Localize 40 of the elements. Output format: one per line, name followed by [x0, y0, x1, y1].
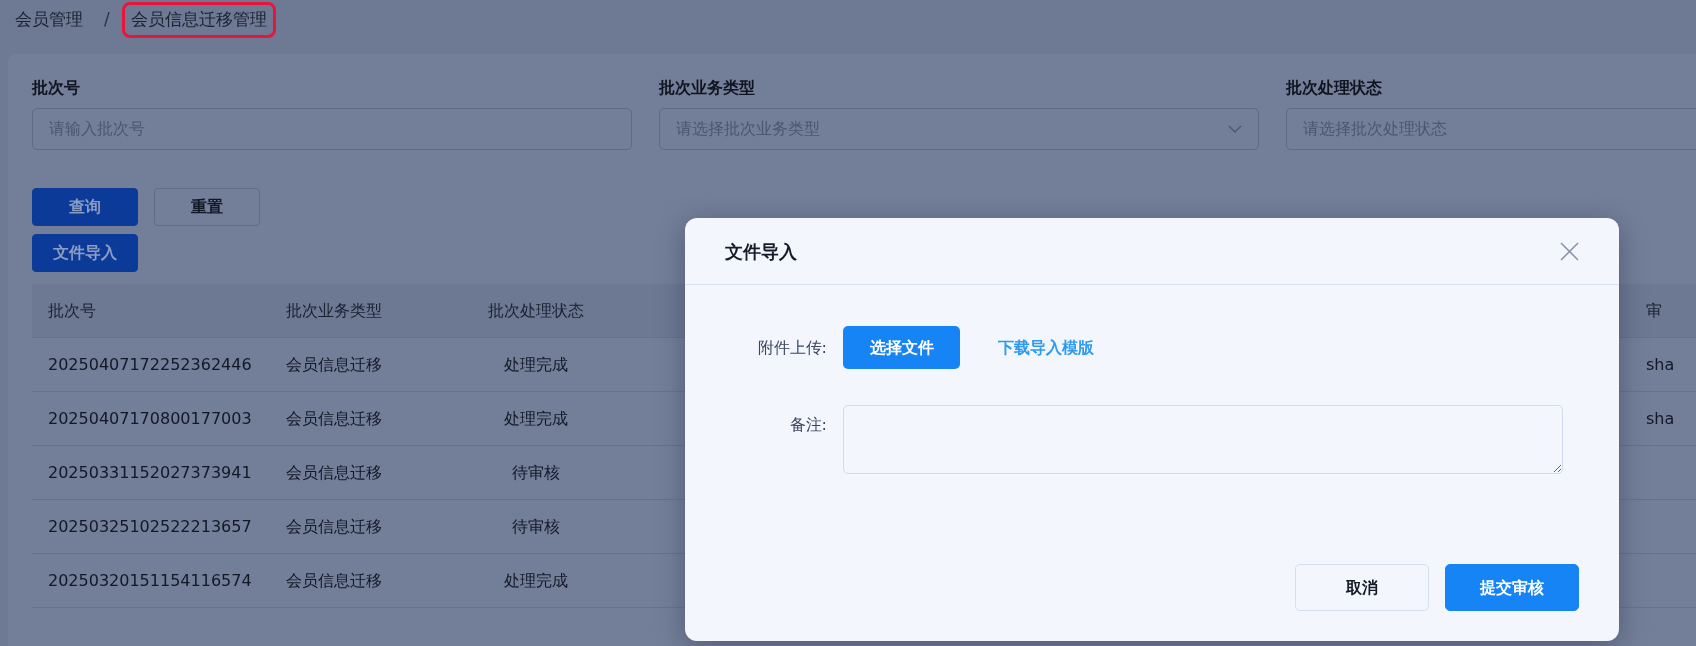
table-cell-text: 会员信息迁移 — [286, 569, 383, 592]
table-cell-text: 20250320151154116574 — [47, 569, 253, 592]
field-label: 批次业务类型 — [659, 77, 756, 99]
form-label: 附件上传: — [756, 336, 828, 359]
column-header: 批次号 — [47, 299, 97, 322]
table-cell-text: 处理完成 — [503, 569, 569, 592]
table-cell-text: 会员信息迁移 — [286, 407, 383, 430]
dialog-title: 文件导入 — [725, 239, 797, 264]
breadcrumb-item[interactable]: 会员信息迁移管理 — [121, 2, 276, 38]
chevron-down-icon — [1228, 125, 1242, 133]
close-icon[interactable] — [1560, 241, 1579, 261]
table-cell-text: 20250407172252362446 — [47, 353, 253, 376]
field-label: 批次处理状态 — [1286, 77, 1383, 99]
field-label: 批次号 — [32, 77, 81, 99]
breadcrumb-separator: / — [104, 8, 110, 32]
table-cell-text: 会员信息迁移 — [286, 353, 383, 376]
column-header: 批次业务类型 — [286, 299, 383, 322]
download-template-link[interactable]: 下载导入模版 — [998, 335, 1094, 360]
column-header: 审 — [1646, 299, 1662, 322]
table-cell-text: 20250331152027373941 — [47, 461, 253, 484]
table-cell-text: 处理完成 — [503, 353, 569, 376]
table-cell-text: 20250325102522213657 — [47, 515, 253, 538]
submit-button[interactable]: 提交审核 — [1445, 564, 1579, 611]
column-header: 批次处理状态 — [487, 299, 585, 322]
table-cell-text: 会员信息迁移 — [286, 461, 383, 484]
reset-button[interactable]: 重置 — [154, 188, 260, 226]
query-button[interactable]: 查询 — [32, 188, 138, 226]
table-cell-text: 处理完成 — [503, 407, 569, 430]
table-cell-text: sha — [1646, 407, 1675, 430]
table-cell-text: 待审核 — [511, 461, 561, 484]
table-cell-text: 会员信息迁移 — [286, 515, 383, 538]
table-cell-text: sha — [1646, 353, 1675, 376]
table-cell-text: 20250407170800177003 — [47, 407, 253, 430]
remark-field[interactable] — [843, 405, 1563, 474]
form-label: 备注: — [788, 414, 828, 436]
table-cell-text: 待审核 — [511, 515, 561, 538]
breadcrumb-item[interactable]: 会员管理 — [6, 2, 92, 38]
choose-file-button[interactable]: 选择文件 — [843, 326, 960, 369]
import-button[interactable]: 文件导入 — [32, 234, 138, 272]
cancel-button[interactable]: 取消 — [1295, 564, 1429, 611]
